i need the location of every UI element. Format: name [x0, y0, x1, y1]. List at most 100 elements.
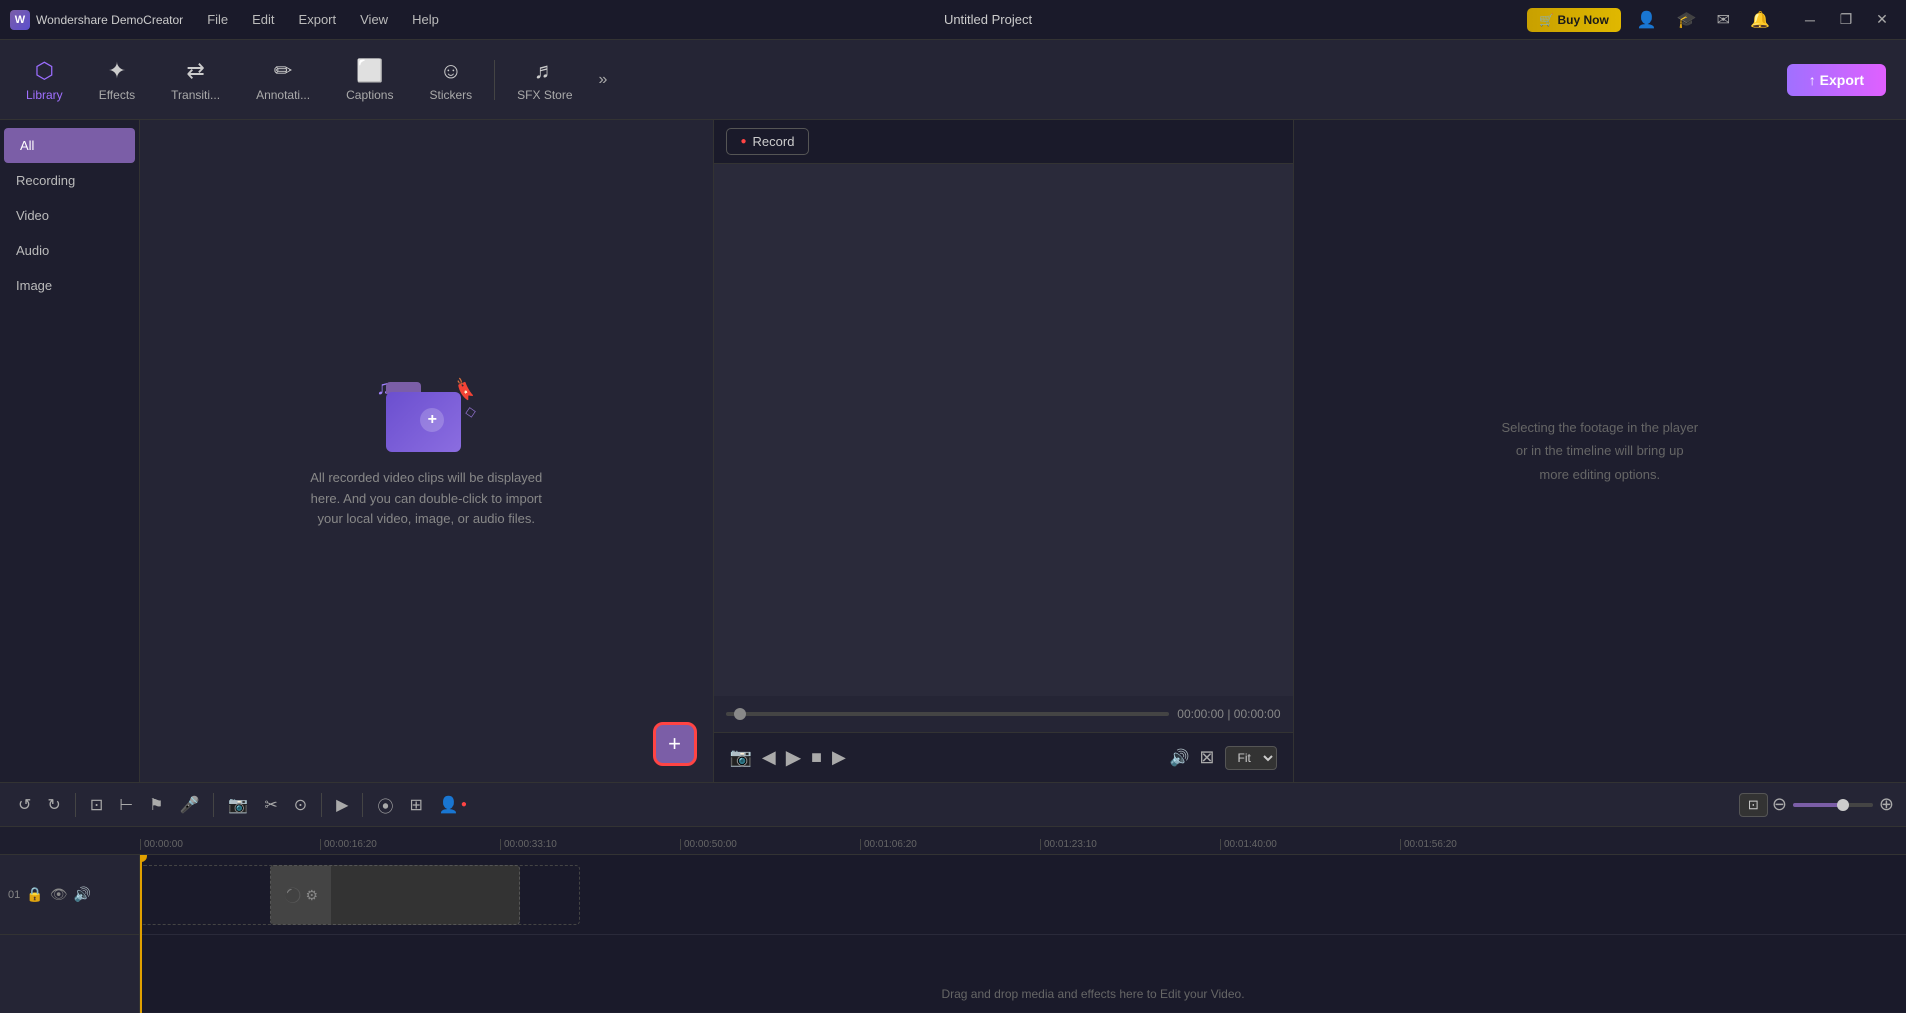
tl-sep-1: [75, 793, 76, 817]
close-button[interactable]: ✕: [1868, 6, 1896, 34]
stickers-icon: ☺: [440, 58, 462, 84]
clip-thumb-icons: ⚫ ⚙: [284, 887, 318, 904]
sidebar-item-video[interactable]: Video: [0, 198, 139, 233]
fit-select[interactable]: Fit: [1225, 746, 1277, 770]
zoom-slider[interactable]: [1793, 803, 1873, 807]
toolbar: ⬡ Library ✦ Effects ⇄ Transiti... ✏ Anno…: [0, 40, 1906, 120]
toolbar-library-label: Library: [26, 88, 63, 102]
split-button[interactable]: ⊢: [113, 791, 139, 819]
time-current: 00:00:00 | 00:00:00: [1177, 707, 1280, 721]
zoom-controls: ⊖ ⊕: [1772, 794, 1894, 815]
track-visibility-button[interactable]: 👁: [50, 886, 68, 903]
menu-help[interactable]: Help: [402, 8, 449, 31]
aspect-ratio-button[interactable]: ⊠: [1199, 747, 1214, 768]
play-timeline-button[interactable]: ▶: [330, 791, 354, 819]
toolbar-more-icon[interactable]: »: [591, 63, 616, 97]
step-forward-button[interactable]: ▶: [832, 747, 846, 768]
add-media-button[interactable]: +: [653, 722, 697, 766]
menu-view[interactable]: View: [350, 8, 398, 31]
play-button[interactable]: ▶: [786, 745, 801, 770]
app-logo: W Wondershare DemoCreator: [10, 10, 183, 30]
tl-sep-2: [213, 793, 214, 817]
clip-thumbnail: ⚫ ⚙: [271, 865, 331, 925]
crop2-button[interactable]: ✂: [258, 791, 283, 819]
record-button[interactable]: ● Record: [726, 128, 810, 155]
toolbar-library[interactable]: ⬡ Library: [8, 45, 81, 115]
media-placeholder: ♫ 🔖 + ◇ All recorded video clips will be…: [296, 372, 556, 530]
camera-button[interactable]: 📷: [222, 791, 254, 819]
motion-button[interactable]: ⦿: [371, 789, 399, 821]
toolbar-separator: [494, 60, 495, 100]
user-icon[interactable]: 👤: [1633, 6, 1661, 34]
add-icon: +: [668, 731, 681, 757]
ruler-mark-3: 00:00:50:00: [680, 839, 860, 850]
track-mute-button[interactable]: 🔊: [73, 886, 90, 903]
menu-bar: W Wondershare DemoCreator File Edit Expo…: [0, 0, 1906, 40]
toolbar-annotations-label: Annotati...: [256, 88, 310, 102]
preview-timeline: 00:00:00 | 00:00:00: [714, 696, 1293, 732]
maximize-button[interactable]: ❐: [1832, 6, 1860, 34]
menu-export[interactable]: Export: [289, 8, 347, 31]
scrubber-thumb: [734, 708, 746, 720]
sidebar-item-recording[interactable]: Recording: [0, 163, 139, 198]
redo-button[interactable]: ↻: [41, 791, 66, 819]
menu-file[interactable]: File: [197, 8, 238, 31]
media-clip[interactable]: ⚫ ⚙: [270, 865, 520, 925]
toolbar-effects[interactable]: ✦ Effects: [81, 45, 153, 115]
toolbar-effects-label: Effects: [99, 88, 135, 102]
stop-button[interactable]: ■: [811, 747, 822, 768]
record-label: Record: [753, 134, 795, 149]
sidebar-item-image[interactable]: Image: [0, 268, 139, 303]
marker-button[interactable]: ⚑: [143, 791, 169, 819]
sidebar-item-all[interactable]: All: [4, 128, 135, 163]
menu-edit[interactable]: Edit: [242, 8, 284, 31]
project-title: Untitled Project: [453, 12, 1523, 27]
window-controls: ─ ❐ ✕: [1796, 6, 1896, 34]
undo-button[interactable]: ↺: [12, 791, 37, 819]
track-number: 01: [8, 889, 20, 901]
screen-record-button[interactable]: ⊡: [1739, 793, 1768, 817]
zoom-in-button[interactable]: ⊕: [1879, 794, 1894, 815]
screenshot-button[interactable]: 📷: [730, 747, 752, 768]
step-back-button[interactable]: ◀: [762, 747, 776, 768]
buy-now-button[interactable]: 🛒 Buy Now: [1527, 8, 1621, 32]
graduation-icon[interactable]: 🎓: [1673, 6, 1701, 34]
library-icon: ⬡: [35, 58, 54, 84]
toolbar-annotations[interactable]: ✏ Annotati...: [238, 45, 328, 115]
clip-circle-icon: ⚫: [284, 887, 301, 904]
toolbar-sfxstore[interactable]: ♬ SFX Store: [499, 45, 590, 115]
bell-icon[interactable]: 🔔: [1746, 6, 1774, 34]
timeline-toolbar: ↺ ↻ ⊡ ⊢ ⚑ 🎤 📷 ✂ ⊙ ▶ ⦿ ⊞ 👤 ● ⊡ ⊖ ⊕: [0, 783, 1906, 827]
minimize-button[interactable]: ─: [1796, 6, 1824, 34]
ruler-mark-5: 00:01:23:10: [1040, 839, 1220, 850]
ruler-mark-7: 00:01:56:20: [1400, 839, 1580, 850]
record-indicator: ●: [461, 799, 467, 810]
video-preview: ● Record 00:00:00 | 00:00:00 📷 ◀ ▶ ■ ▶: [714, 120, 1294, 782]
mail-icon[interactable]: ✉: [1713, 6, 1734, 34]
properties-hint: Selecting the footage in the player or i…: [1500, 416, 1700, 486]
app-name: Wondershare DemoCreator: [36, 13, 183, 27]
menu-right: 🛒 Buy Now 👤 🎓 ✉ 🔔 ─ ❐ ✕: [1527, 6, 1896, 34]
track-content: ⚫ ⚙ Drag and drop media and effects here…: [140, 855, 1906, 1013]
ruler-mark-0: 00:00:00: [140, 839, 320, 850]
transitions-icon: ⇄: [186, 58, 204, 84]
toolbar-captions[interactable]: ⬜ Captions: [328, 45, 411, 115]
crop-button[interactable]: ⊡: [84, 791, 109, 819]
main-layout: All Recording Video Audio Image ♫ 🔖 + ◇: [0, 120, 1906, 782]
record2-button[interactable]: ⊙: [288, 791, 313, 819]
timeline-scrubber[interactable]: [726, 712, 1170, 716]
sidebar-item-audio[interactable]: Audio: [0, 233, 139, 268]
preview-header: ● Record: [714, 120, 1293, 164]
tl-sep-3: [321, 793, 322, 817]
mic-button[interactable]: 🎤: [174, 791, 206, 819]
zoom-out-button[interactable]: ⊖: [1772, 794, 1787, 815]
speed-button[interactable]: ⊞: [403, 791, 428, 819]
sfxstore-icon: ♬: [534, 58, 556, 84]
toolbar-stickers[interactable]: ☺ Stickers: [411, 45, 490, 115]
ruler-mark-2: 00:00:33:10: [500, 839, 680, 850]
export-button[interactable]: ↑ Export: [1787, 64, 1886, 96]
track-lock-button[interactable]: 🔒: [26, 886, 43, 903]
folder-body: +: [386, 392, 461, 452]
toolbar-sfxstore-label: SFX Store: [517, 88, 572, 102]
toolbar-transitions[interactable]: ⇄ Transiti...: [153, 45, 238, 115]
